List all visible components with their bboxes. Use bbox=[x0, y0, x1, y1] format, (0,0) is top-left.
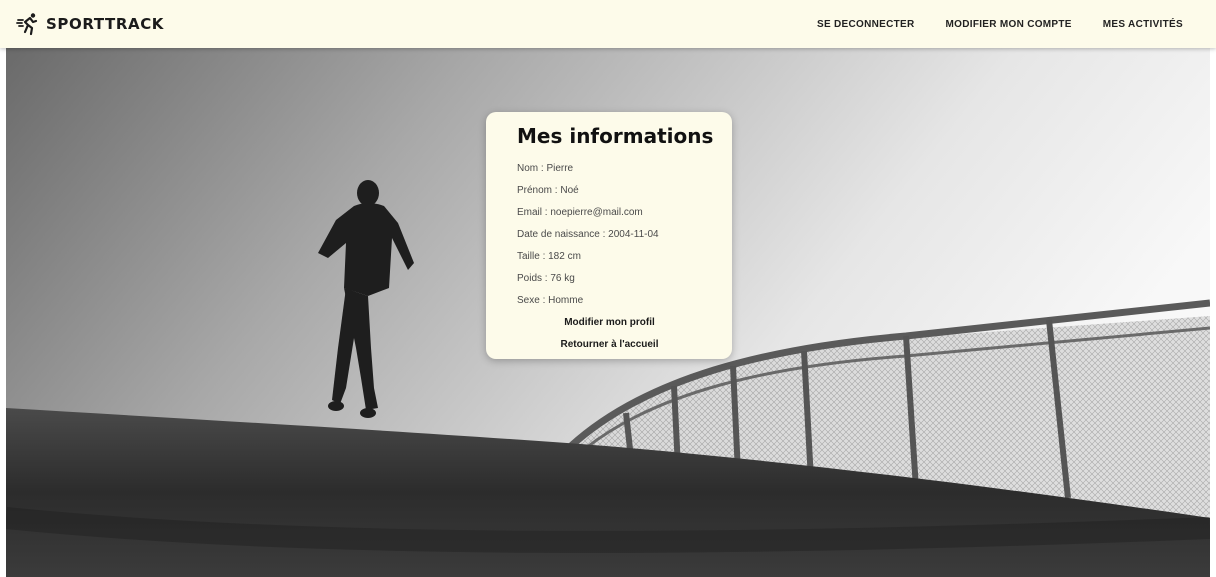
main-nav: SE DECONNECTER MODIFIER MON COMPTE MES A… bbox=[817, 19, 1183, 30]
brand-logo[interactable]: SPORTTRACK bbox=[16, 12, 164, 36]
info-first-name: Prénom : Noé bbox=[517, 185, 579, 196]
page-title: Mes informations bbox=[517, 124, 714, 148]
info-last-name: Nom : Pierre bbox=[517, 163, 574, 174]
info-email: Email : noepierre@mail.com bbox=[517, 207, 643, 218]
profile-info-card: Mes informations Nom : Pierre Prénom : N… bbox=[486, 112, 732, 359]
info-height: Taille : 182 cm bbox=[517, 251, 581, 262]
info-birth-date: Date de naissance : 2004-11-04 bbox=[517, 229, 659, 240]
brand-name: SPORTTRACK bbox=[46, 15, 165, 33]
back-home-link[interactable]: Retourner à l'accueil bbox=[503, 334, 716, 356]
nav-edit-account[interactable]: MODIFIER MON COMPTE bbox=[946, 19, 1072, 30]
nav-logout[interactable]: SE DECONNECTER bbox=[817, 19, 915, 30]
info-sex: Sexe : Homme bbox=[517, 295, 584, 306]
info-weight: Poids : 76 kg bbox=[517, 273, 575, 284]
top-navbar: SPORTTRACK SE DECONNECTER MODIFIER MON C… bbox=[0, 0, 1216, 48]
running-man-icon bbox=[16, 13, 38, 36]
edit-profile-link[interactable]: Modifier mon profil bbox=[503, 312, 716, 334]
nav-my-activities[interactable]: MES ACTIVITÉS bbox=[1103, 19, 1183, 30]
